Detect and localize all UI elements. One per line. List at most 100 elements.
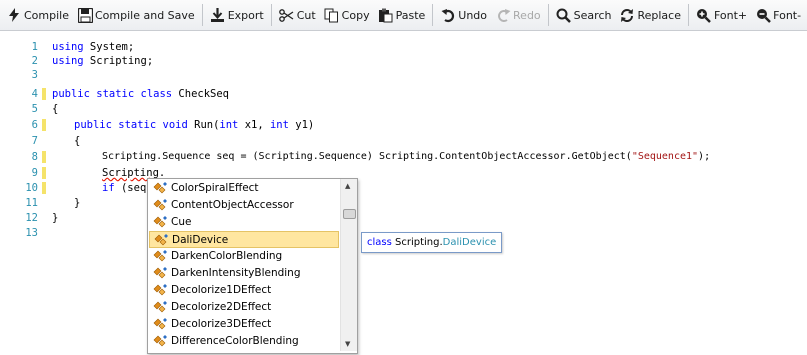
line-number: 9 <box>31 167 38 179</box>
replace-button[interactable]: Replace <box>615 2 685 28</box>
font-increase-label: Font+ <box>713 8 748 22</box>
paste-icon <box>378 7 394 23</box>
compile-button[interactable]: Compile <box>2 2 73 28</box>
cut-label: Cut <box>296 8 316 22</box>
copy-button[interactable]: Copy <box>320 2 374 28</box>
toolbar-separator <box>432 4 434 26</box>
autocomplete-item[interactable]: DarkenIntensityBlending <box>149 265 339 282</box>
type-tooltip: class Scripting.DaliDevice <box>361 232 503 253</box>
cut-button[interactable]: Cut <box>275 2 320 28</box>
cut-icon <box>279 7 295 23</box>
font-decrease-button[interactable]: Font- <box>751 2 805 28</box>
code-line[interactable]: 5 { <box>0 102 807 116</box>
autocomplete-item[interactable]: Cue <box>149 214 339 231</box>
class-icon <box>153 233 169 247</box>
search-label: Search <box>573 8 612 22</box>
code-text: public static void Run(int x1, int y1) <box>74 119 315 131</box>
class-icon <box>152 181 168 195</box>
code-text: } <box>52 212 59 224</box>
copy-label: Copy <box>341 8 370 22</box>
change-marker <box>42 167 46 179</box>
autocomplete-item[interactable]: Decolorize3DEffect <box>149 316 339 333</box>
redo-button[interactable]: Redo <box>491 2 545 28</box>
autocomplete-item[interactable]: Decolorize1DEffect <box>149 282 339 299</box>
code-line[interactable]: 1 using System; <box>0 40 807 54</box>
code-line[interactable]: 6 public static void Run(int x1, int y1) <box>0 118 807 132</box>
autocomplete-item-label: Decolorize3DEffect <box>171 318 272 330</box>
code-line[interactable]: 10 if (seq <box>0 181 807 195</box>
compile-and-save-label: Compile and Save <box>95 8 195 22</box>
toolbar-separator <box>687 4 689 26</box>
zoom-out-icon <box>755 7 771 23</box>
autocomplete-item-label: Decolorize1DEffect <box>171 284 272 296</box>
paste-label: Paste <box>395 8 426 22</box>
code-line[interactable]: 8 Scripting.Sequence seq = (Scripting.Se… <box>0 150 807 164</box>
autocomplete-item-label: DarkenIntensityBlending <box>171 267 301 279</box>
autocomplete-item[interactable]: DarkenColorBlending <box>149 248 339 265</box>
toolbar-separator <box>201 4 203 26</box>
line-number: 2 <box>31 55 38 67</box>
code-line[interactable]: 3 <box>0 68 807 82</box>
autocomplete-item-label: Cue <box>171 216 192 228</box>
tooltip-type: DaliDevice <box>442 237 497 248</box>
save-icon <box>77 7 93 23</box>
undo-icon <box>440 7 456 23</box>
change-marker <box>42 151 46 163</box>
code-line[interactable]: 12 } <box>0 211 807 225</box>
toolbar-separator <box>547 4 549 26</box>
line-number: 10 <box>25 182 38 194</box>
line-number: 7 <box>31 135 38 147</box>
scroll-down-arrow-icon[interactable]: ▼ <box>345 340 350 348</box>
autocomplete-item-label: DaliDevice <box>172 234 229 246</box>
scrollbar-thumb[interactable] <box>343 209 356 219</box>
autocomplete-item-label: ContentObjectAccessor <box>171 199 294 211</box>
export-button[interactable]: Export <box>206 2 268 28</box>
tooltip-keyword: class <box>367 237 392 248</box>
autocomplete-item-label: DifferenceColorBlending <box>171 335 299 347</box>
code-line[interactable]: 2 using Scripting; <box>0 54 807 68</box>
line-number: 1 <box>31 41 38 53</box>
autocomplete-item-label: ColorSpiralEffect <box>171 182 259 194</box>
change-marker <box>42 182 46 194</box>
class-icon <box>152 300 168 314</box>
autocomplete-item[interactable]: Decolorize2DEffect <box>149 299 339 316</box>
line-number: 11 <box>25 197 38 209</box>
search-button[interactable]: Search <box>552 2 616 28</box>
redo-label: Redo <box>513 8 541 22</box>
compile-label: Compile <box>24 8 69 22</box>
autocomplete-item[interactable]: DifferenceColorBlending <box>149 333 339 350</box>
tooltip-namespace: Scripting. <box>395 237 443 248</box>
font-increase-button[interactable]: Font+ <box>692 2 751 28</box>
code-line[interactable]: 7 { <box>0 134 807 148</box>
undo-label: Undo <box>458 8 488 22</box>
scroll-up-arrow-icon[interactable]: ▲ <box>345 182 350 190</box>
code-line[interactable]: 9 Scripting. <box>0 166 807 180</box>
class-icon <box>152 249 168 263</box>
class-icon <box>152 215 168 229</box>
autocomplete-item[interactable]: ContentObjectAccessor <box>149 197 339 214</box>
class-icon <box>152 198 168 212</box>
autocomplete-item[interactable]: ColorSpiralEffect <box>149 180 339 197</box>
code-text: using Scripting; <box>52 55 154 67</box>
code-line[interactable]: 11 } <box>0 196 807 210</box>
line-number: 8 <box>31 151 38 163</box>
code-line[interactable]: 4 public static class CheckSeq <box>0 87 807 101</box>
toolbar: Compile Compile and Save Export Cut Copy… <box>0 0 807 31</box>
search-icon <box>556 7 572 23</box>
redo-icon <box>495 7 511 23</box>
compile-and-save-button[interactable]: Compile and Save <box>73 2 199 28</box>
paste-button[interactable]: Paste <box>374 2 430 28</box>
lightning-icon <box>6 7 22 23</box>
code-text: { <box>74 135 81 147</box>
code-text: public static class CheckSeq <box>52 88 230 100</box>
autocomplete-item-label: DarkenColorBlending <box>171 250 283 262</box>
line-number: 4 <box>31 88 38 100</box>
line-number: 6 <box>31 119 38 131</box>
autocomplete-popup[interactable]: ColorSpiralEffect ContentObjectAccessor Cu… <box>147 178 358 354</box>
autocomplete-scrollbar[interactable]: ▲ ▼ <box>340 179 357 351</box>
undo-button[interactable]: Undo <box>436 2 491 28</box>
line-number: 13 <box>25 227 38 239</box>
code-text: Scripting.Sequence seq = (Scripting.Sequ… <box>102 151 711 162</box>
autocomplete-item[interactable]: DaliDevice <box>149 231 339 248</box>
code-editor[interactable]: 1 using System; 2 using Scripting; 3 4 p… <box>0 31 807 355</box>
